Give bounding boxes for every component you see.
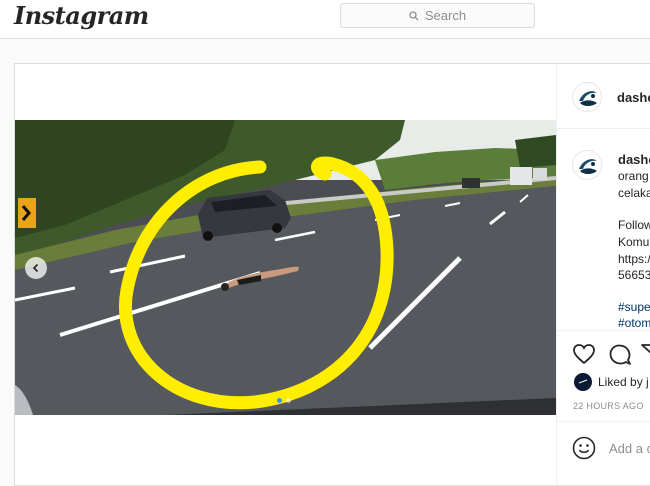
comment-icon[interactable] xyxy=(608,343,632,366)
avatar-logo-icon xyxy=(579,159,597,174)
carousel-dot-2 xyxy=(286,398,291,403)
search-icon xyxy=(409,10,419,20)
liker-avatar[interactable] xyxy=(574,373,592,391)
carousel-dot-1 xyxy=(277,398,282,403)
hashtag-link[interactable]: #supe xyxy=(618,300,650,314)
caption-avatar[interactable] xyxy=(572,150,602,180)
caption-line: orang xyxy=(618,169,649,183)
carousel-indicator xyxy=(277,398,291,403)
avatar[interactable] xyxy=(572,82,602,112)
liked-by-text[interactable]: Liked by j xyxy=(598,375,649,389)
caption-line: celaka xyxy=(618,186,650,200)
post-timestamp[interactable]: 22 HOURS AGO xyxy=(573,401,644,411)
instagram-logo[interactable]: Instagram xyxy=(14,1,149,30)
search-placeholder: Search xyxy=(424,8,467,23)
caption-line: 56653 xyxy=(618,268,650,282)
caption-line: Komun xyxy=(618,235,650,249)
top-navigation-bar: Instagram Search xyxy=(0,0,650,39)
chevron-left-icon xyxy=(32,263,39,273)
post-photo[interactable] xyxy=(15,120,556,415)
avatar-logo-icon xyxy=(579,91,597,106)
share-icon[interactable] xyxy=(641,343,650,365)
search-input[interactable]: Search xyxy=(340,3,535,28)
heart-icon[interactable] xyxy=(572,343,596,365)
caption-line: Follow xyxy=(618,218,650,232)
post-username[interactable]: dashca xyxy=(617,90,650,105)
emoji-icon[interactable] xyxy=(572,436,596,460)
post-side-panel: dashca dashca orang celaka Follow Komun … xyxy=(556,64,650,485)
dashcam-road-image xyxy=(15,120,556,415)
caption-link[interactable]: https:/ xyxy=(618,252,650,266)
comment-form: Add a c xyxy=(557,421,650,485)
caption-username[interactable]: dashca xyxy=(618,152,650,167)
hashtag-link[interactable]: #otom xyxy=(618,316,650,330)
post-header: dashca xyxy=(557,64,650,129)
add-comment-input[interactable]: Add a c xyxy=(609,441,650,456)
carousel-prev-button[interactable] xyxy=(25,257,47,279)
